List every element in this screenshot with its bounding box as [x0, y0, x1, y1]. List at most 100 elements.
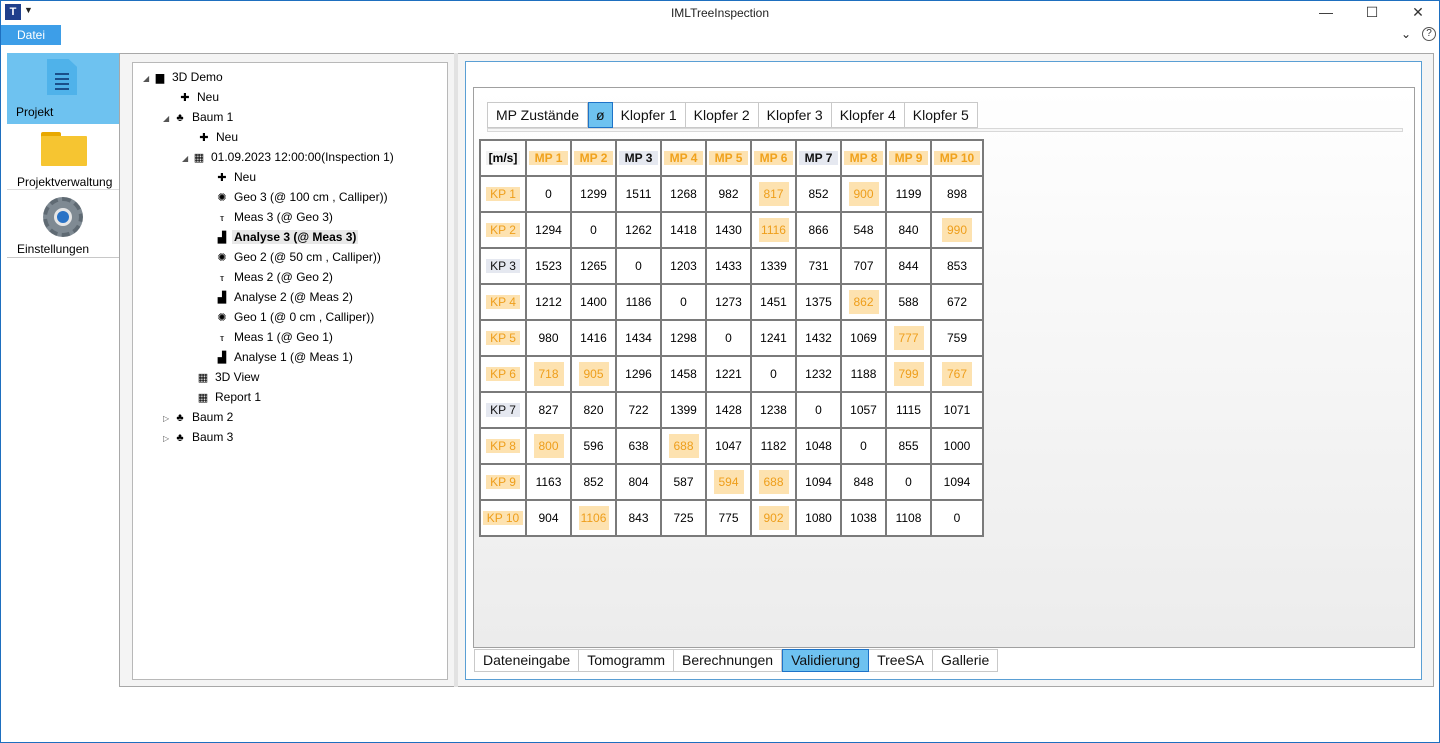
row-header-cell[interactable]: KP 2	[479, 211, 527, 249]
table-cell[interactable]: 1294	[525, 211, 572, 249]
table-cell[interactable]: 990	[930, 211, 984, 249]
table-cell[interactable]: 1080	[795, 499, 842, 537]
table-cell[interactable]: 1232	[795, 355, 842, 393]
table-cell[interactable]: 688	[660, 427, 707, 465]
table-cell[interactable]: 759	[930, 319, 984, 357]
table-cell[interactable]: 800	[525, 427, 572, 465]
tab-dateneingabe[interactable]: Dateneingabe	[474, 649, 580, 672]
table-cell[interactable]: 1339	[750, 247, 797, 285]
row-header-cell[interactable]: KP 6	[479, 355, 527, 393]
table-cell[interactable]: 1000	[930, 427, 984, 465]
table-cell[interactable]: 1299	[570, 175, 617, 213]
table-cell[interactable]: 1400	[570, 283, 617, 321]
table-cell[interactable]: 1418	[660, 211, 707, 249]
nav-projektverwaltung[interactable]: Projektverwaltung	[7, 124, 120, 190]
table-cell[interactable]: 900	[840, 175, 887, 213]
table-cell[interactable]: 0	[615, 247, 662, 285]
table-cell[interactable]: 898	[930, 175, 984, 213]
column-header[interactable]: MP 3	[618, 151, 659, 165]
table-cell[interactable]: 1416	[570, 319, 617, 357]
table-cell[interactable]: 1433	[705, 247, 752, 285]
row-header[interactable]: KP 10	[482, 511, 524, 525]
table-cell[interactable]: 817	[750, 175, 797, 213]
table-cell[interactable]: 731	[795, 247, 842, 285]
minimize-button[interactable]: —	[1303, 1, 1349, 25]
table-cell[interactable]: 0	[660, 283, 707, 321]
table-cell[interactable]: 1057	[840, 391, 887, 429]
nav-projekt[interactable]: Projekt	[7, 53, 120, 124]
table-cell[interactable]: 1182	[750, 427, 797, 465]
table-cell[interactable]: 722	[615, 391, 662, 429]
maximize-button[interactable]: ☐	[1349, 1, 1395, 25]
table-cell[interactable]: 1094	[795, 463, 842, 501]
table-cell[interactable]: 852	[795, 175, 842, 213]
column-header[interactable]: MP 7	[798, 151, 839, 165]
table-cell[interactable]: 1432	[795, 319, 842, 357]
tab-mp-zustaende[interactable]: MP Zustände	[487, 102, 589, 128]
header-cell[interactable]: MP 8	[840, 139, 887, 177]
table-cell[interactable]: 1115	[885, 391, 932, 429]
table-cell[interactable]: 0	[930, 499, 984, 537]
table-cell[interactable]: 862	[840, 283, 887, 321]
tree-node-analyse[interactable]: ▟ Analyse 1 (@ Meas 1)	[215, 349, 355, 367]
table-cell[interactable]: 1434	[615, 319, 662, 357]
table-cell[interactable]: 638	[615, 427, 662, 465]
tree-node-3d-view[interactable]: ▦ 3D View	[196, 369, 261, 387]
row-header[interactable]: KP 9	[486, 475, 520, 489]
table-cell[interactable]: 904	[525, 499, 572, 537]
table-cell[interactable]: 1268	[660, 175, 707, 213]
table-cell[interactable]: 1265	[570, 247, 617, 285]
column-header[interactable]: MP 4	[663, 151, 704, 165]
tree-node-geo[interactable]: ✺ Geo 3 (@ 100 cm , Calliper))	[215, 189, 390, 207]
row-header-cell[interactable]: KP 1	[479, 175, 527, 213]
tab-berechnungen[interactable]: Berechnungen	[673, 649, 783, 672]
table-cell[interactable]: 1071	[930, 391, 984, 429]
table-cell[interactable]: 1375	[795, 283, 842, 321]
row-header[interactable]: KP 5	[486, 331, 520, 345]
table-cell[interactable]: 1199	[885, 175, 932, 213]
row-header[interactable]: KP 7	[486, 403, 520, 417]
table-cell[interactable]: 1116	[750, 211, 797, 249]
table-cell[interactable]: 982	[705, 175, 752, 213]
tree-node-new[interactable]: ✚ Neu	[215, 169, 258, 187]
row-header[interactable]: KP 2	[486, 223, 520, 237]
row-header-cell[interactable]: KP 7	[479, 391, 527, 429]
table-cell[interactable]: 548	[840, 211, 887, 249]
table-cell[interactable]: 1188	[840, 355, 887, 393]
row-header-cell[interactable]: KP 3	[479, 247, 527, 285]
tab-treesa[interactable]: TreeSA	[869, 649, 934, 672]
header-cell[interactable]: MP 4	[660, 139, 707, 177]
table-cell[interactable]: 688	[750, 463, 797, 501]
table-cell[interactable]: 1106	[570, 499, 617, 537]
tree-node-tree[interactable]: ▷ ♣ Baum 3	[163, 429, 235, 447]
table-cell[interactable]: 1273	[705, 283, 752, 321]
row-header-cell[interactable]: KP 4	[479, 283, 527, 321]
row-header-cell[interactable]: KP 9	[479, 463, 527, 501]
header-cell[interactable]: MP 6	[750, 139, 797, 177]
table-cell[interactable]: 980	[525, 319, 572, 357]
row-header[interactable]: KP 6	[486, 367, 520, 381]
table-cell[interactable]: 777	[885, 319, 932, 357]
tree-node-meas[interactable]: ⲧ Meas 2 (@ Geo 2)	[215, 269, 335, 287]
table-cell[interactable]: 1458	[660, 355, 707, 393]
table-cell[interactable]: 0	[840, 427, 887, 465]
table-cell[interactable]: 588	[885, 283, 932, 321]
panel-splitter[interactable]	[454, 53, 458, 687]
table-cell[interactable]: 767	[930, 355, 984, 393]
table-cell[interactable]: 775	[705, 499, 752, 537]
column-header[interactable]: MP 9	[888, 151, 929, 165]
chevron-down-icon[interactable]: ⌄	[1401, 27, 1411, 41]
table-cell[interactable]: 0	[570, 211, 617, 249]
table-cell[interactable]: 1238	[750, 391, 797, 429]
table-cell[interactable]: 1221	[705, 355, 752, 393]
table-cell[interactable]: 1399	[660, 391, 707, 429]
table-cell[interactable]: 1038	[840, 499, 887, 537]
table-cell[interactable]: 1296	[615, 355, 662, 393]
tab-average[interactable]: ø	[588, 102, 613, 128]
table-cell[interactable]: 718	[525, 355, 572, 393]
table-cell[interactable]: 1262	[615, 211, 662, 249]
table-cell[interactable]: 0	[885, 463, 932, 501]
tree-node-analyse[interactable]: ▟ Analyse 2 (@ Meas 2)	[215, 289, 355, 307]
table-cell[interactable]: 1428	[705, 391, 752, 429]
table-cell[interactable]: 844	[885, 247, 932, 285]
